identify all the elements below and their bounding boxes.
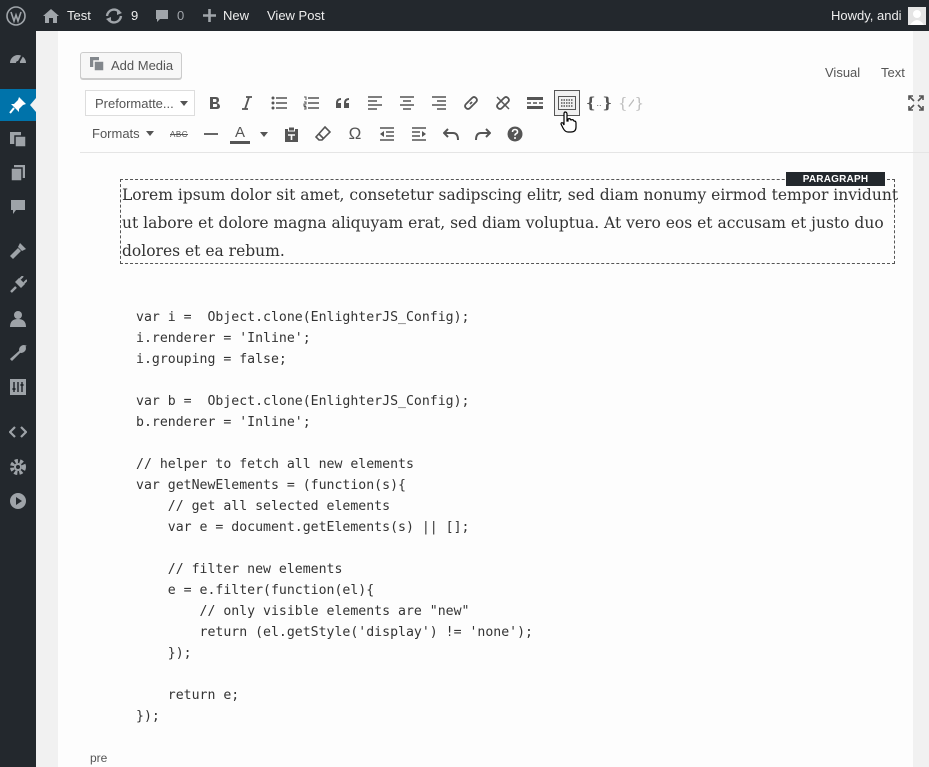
comments-link[interactable]: 0: [154, 0, 184, 31]
pages-icon[interactable]: [0, 157, 36, 189]
toolbar-divider: [80, 152, 929, 153]
greeting-text: Howdy, andi: [831, 8, 902, 23]
updates-link[interactable]: 9: [104, 0, 138, 31]
updates-icon: [104, 7, 124, 25]
special-character-button[interactable]: Ω: [342, 120, 368, 148]
increase-indent-button[interactable]: [406, 120, 432, 148]
chevron-down-icon: [145, 131, 154, 136]
italic-button[interactable]: [234, 89, 260, 117]
align-left-button[interactable]: [362, 89, 388, 117]
play-icon[interactable]: [0, 485, 36, 517]
tab-visual[interactable]: Visual: [825, 65, 860, 80]
code-block[interactable]: var i = Object.clone(EnlighterJS_Config)…: [136, 307, 533, 727]
chevron-down-icon: [260, 131, 268, 137]
gear-icon[interactable]: [0, 451, 36, 483]
decrease-indent-button[interactable]: [374, 120, 400, 148]
strikethrough-label: ABC: [170, 129, 188, 139]
insert-link-button[interactable]: [458, 89, 484, 117]
blockquote-button[interactable]: [330, 89, 356, 117]
remove-link-button[interactable]: [490, 89, 516, 117]
format-select[interactable]: Preformatte...: [85, 90, 195, 116]
tab-text[interactable]: Text: [881, 65, 905, 80]
align-center-button[interactable]: [394, 89, 420, 117]
post-editor: Add Media Visual Text Preformatte... {.…: [58, 31, 929, 767]
text-color-label: A: [234, 123, 245, 141]
code-icon[interactable]: [0, 416, 36, 448]
new-label: New: [223, 8, 250, 23]
users-icon[interactable]: [0, 303, 36, 335]
element-path[interactable]: pre: [90, 751, 107, 765]
plugins-icon[interactable]: [0, 269, 36, 301]
fullscreen-button[interactable]: [903, 89, 929, 117]
settings-sliders-icon[interactable]: [0, 371, 36, 403]
redo-button[interactable]: [470, 120, 496, 148]
dashboard-icon[interactable]: [0, 43, 36, 75]
tools-icon[interactable]: [0, 337, 36, 369]
text-color-button[interactable]: A: [228, 120, 270, 148]
formats-menu[interactable]: Formats: [92, 126, 154, 141]
site-name: Test: [67, 8, 91, 23]
media-icon: [89, 56, 105, 75]
comment-bubble-icon: [154, 8, 170, 24]
read-more-button[interactable]: [522, 89, 548, 117]
new-content-link[interactable]: New: [203, 0, 249, 31]
editor-toolbar-row-1: Preformatte... {..} {}: [80, 89, 924, 133]
admin-bar: Test 9 0 New View Post Howdy, andi: [0, 0, 929, 31]
media-icon[interactable]: [0, 123, 36, 155]
plus-icon: [203, 9, 216, 22]
editor-wrap: Add Media Visual Text Preformatte... {.…: [36, 31, 929, 767]
horizontal-line-button[interactable]: [198, 120, 224, 148]
strikethrough-button[interactable]: ABC: [166, 120, 192, 148]
view-post-label: View Post: [267, 8, 325, 23]
bold-button[interactable]: [202, 89, 228, 117]
bullet-list-button[interactable]: [266, 89, 292, 117]
formats-menu-label: Formats: [92, 126, 140, 141]
my-account-menu[interactable]: Howdy, andi: [831, 0, 926, 31]
wordpress-logo-icon[interactable]: [6, 0, 26, 31]
paste-as-text-button[interactable]: [278, 120, 304, 148]
format-select-value: Preformatte...: [95, 95, 174, 111]
help-icon[interactable]: [502, 120, 528, 148]
home-icon: [42, 8, 60, 24]
clear-formatting-button[interactable]: [310, 120, 336, 148]
editor-toolbar-row-2: Formats ABC A Ω: [80, 120, 920, 150]
appearance-icon[interactable]: [0, 235, 36, 267]
site-home-link[interactable]: Test: [42, 0, 91, 31]
add-media-button[interactable]: Add Media: [80, 52, 182, 79]
comments-count: 0: [177, 8, 185, 23]
code-braces-button[interactable]: {..}: [586, 89, 612, 117]
numbered-list-button[interactable]: [298, 89, 324, 117]
avatar: [907, 6, 926, 25]
comments-icon[interactable]: [0, 191, 36, 223]
view-post-link[interactable]: View Post: [267, 0, 325, 31]
add-media-label: Add Media: [111, 58, 174, 73]
paragraph-text[interactable]: Lorem ipsum dolor sit amet, consetetur s…: [122, 181, 902, 265]
updates-count: 9: [131, 8, 139, 23]
pin-icon[interactable]: [0, 89, 36, 121]
undo-button[interactable]: [438, 120, 464, 148]
admin-sidebar: [0, 31, 36, 767]
align-right-button[interactable]: [426, 89, 452, 117]
code-edit-disabled-button[interactable]: {}: [618, 89, 644, 117]
chevron-down-icon: [180, 101, 188, 106]
